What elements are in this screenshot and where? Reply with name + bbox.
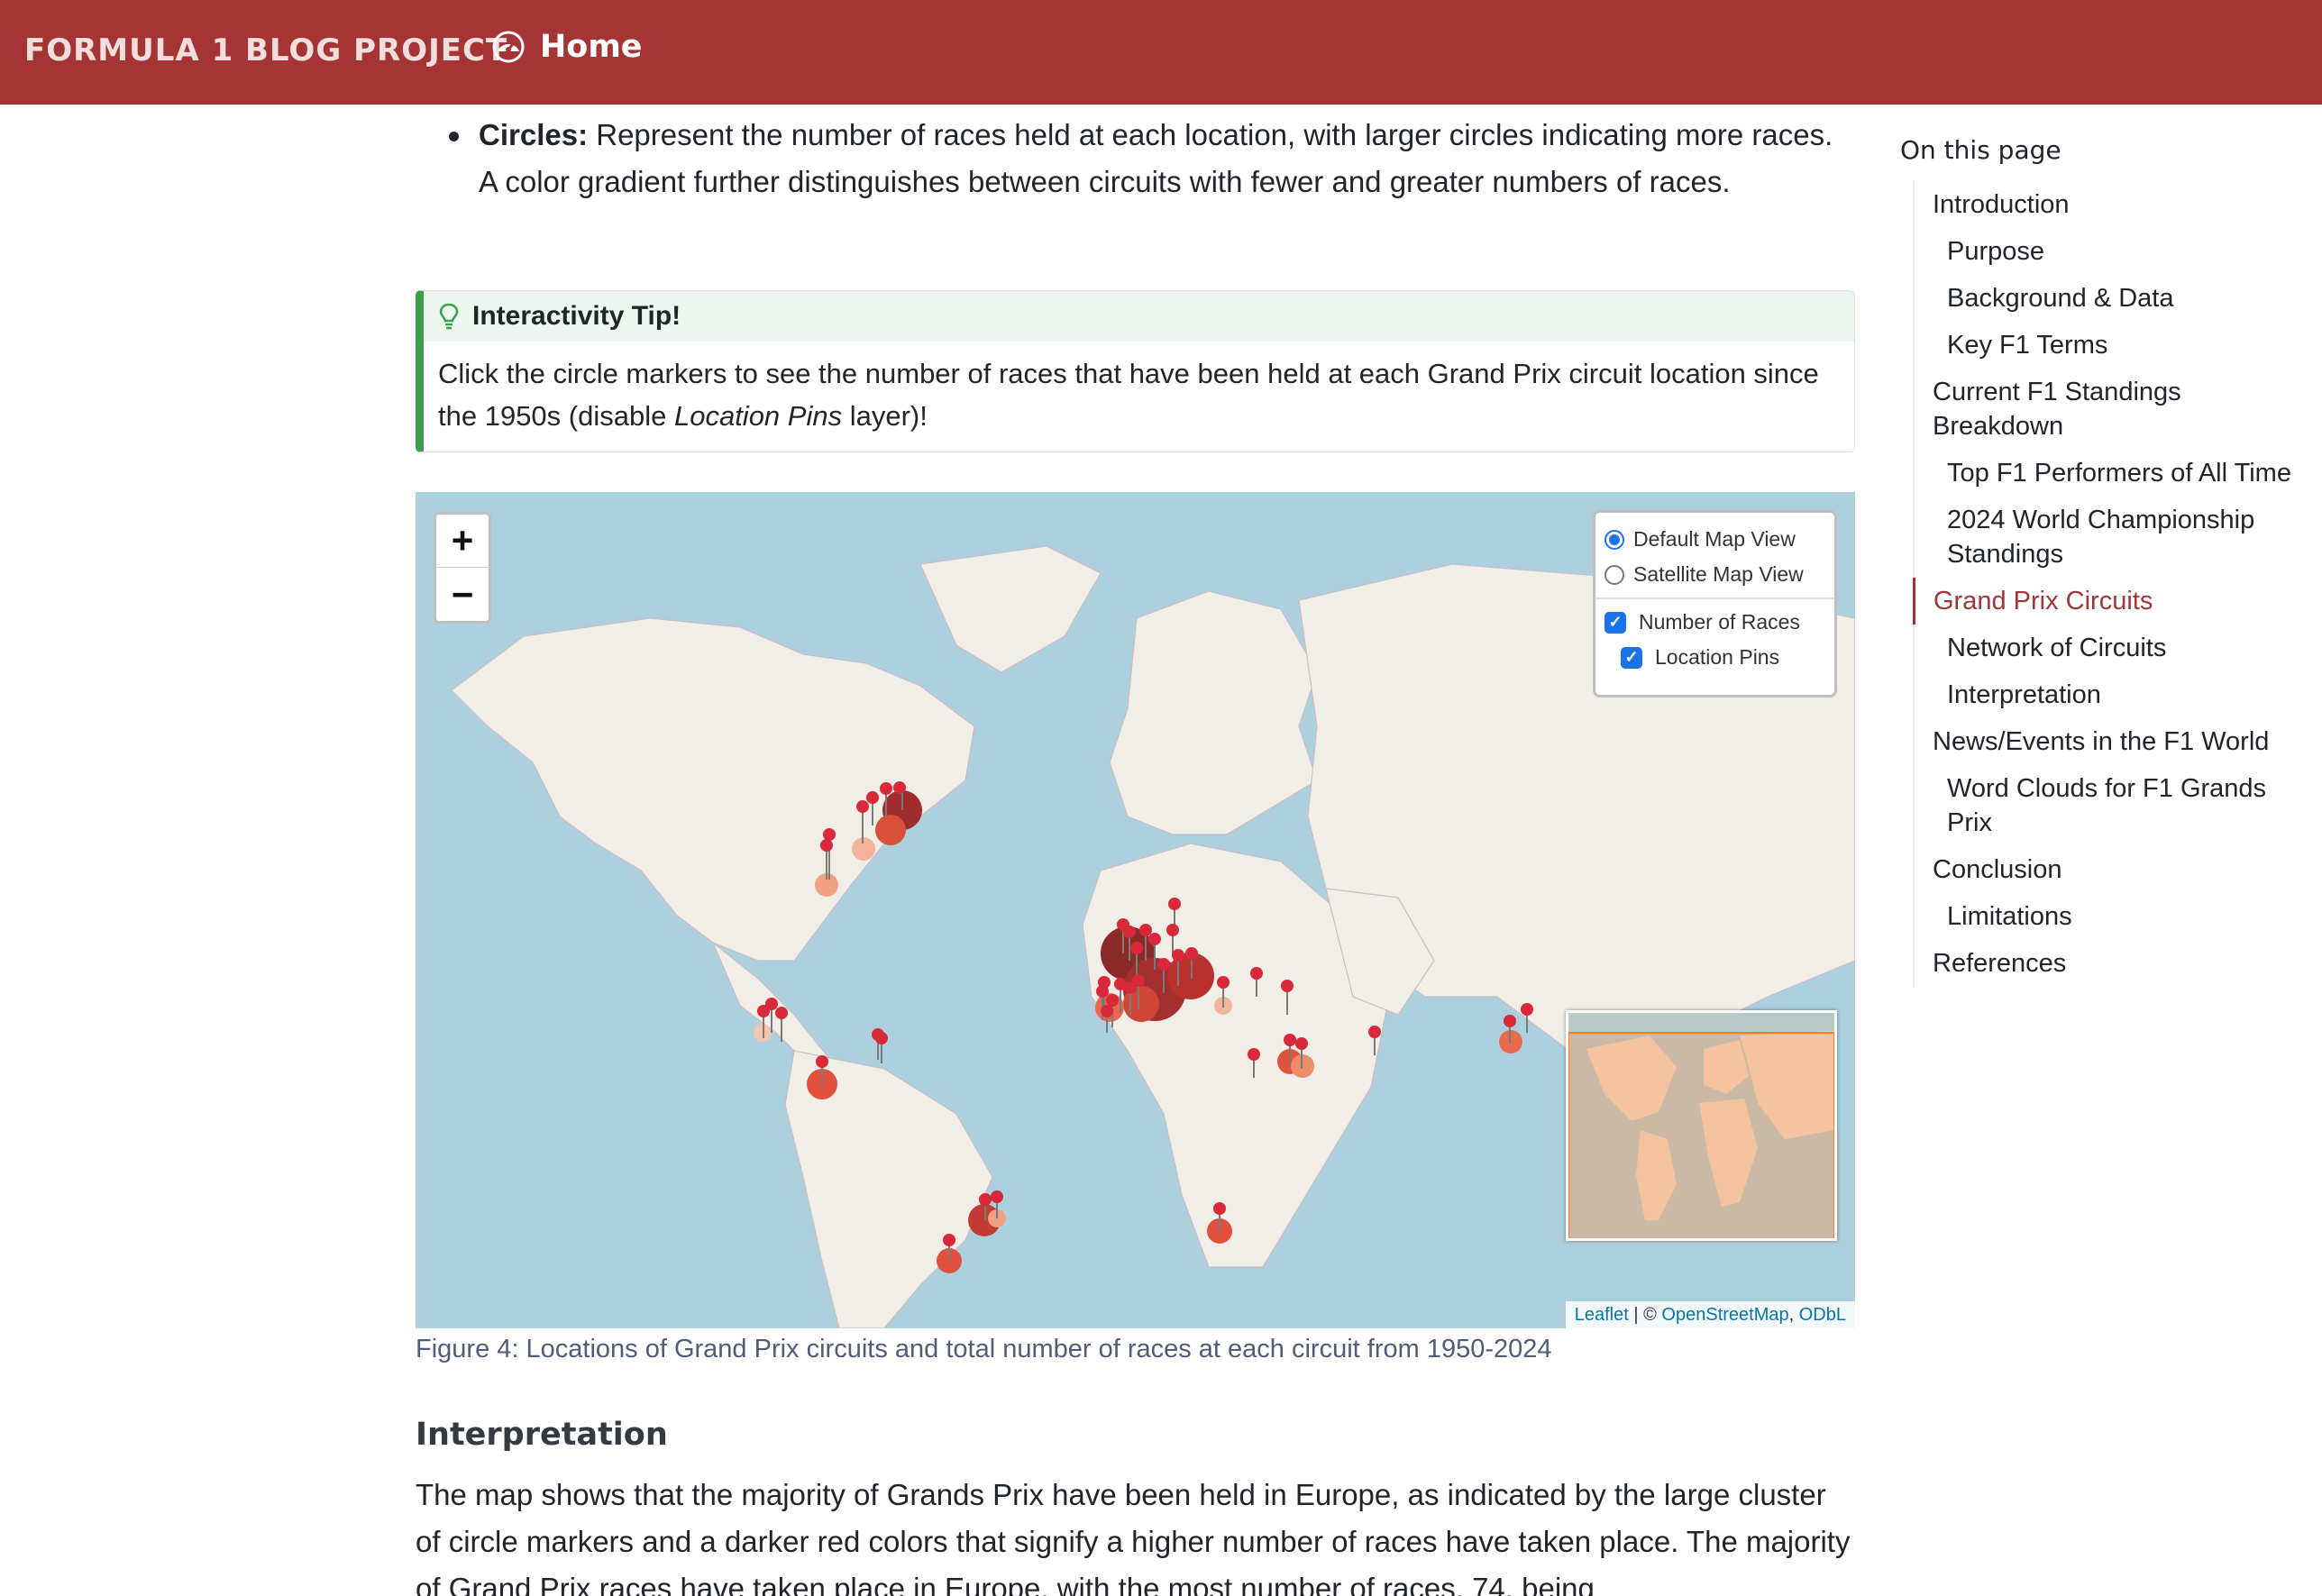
speedometer-icon [492, 31, 525, 63]
zoom-out-button[interactable]: − [436, 568, 489, 621]
toc-item-key-f1-terms[interactable]: Key F1 Terms [1915, 322, 2315, 369]
toc-item-conclusion[interactable]: Conclusion [1915, 846, 2315, 893]
overlay-location-pins[interactable]: ✓ Location Pins [1604, 640, 1825, 675]
toc-item-word-clouds-for-f1-grands-prix[interactable]: Word Clouds for F1 Grands Prix [1915, 765, 2315, 846]
circuits-map[interactable]: + − Default Map View Satellite Map View … [416, 492, 1855, 1328]
toc-item-introduction[interactable]: Introduction [1915, 181, 2315, 228]
interpretation-heading: Interpretation [416, 1417, 668, 1453]
callout-text-italic: Location Pins [673, 400, 843, 432]
zoom-control: + − [434, 512, 491, 624]
base-layer-satellite[interactable]: Satellite Map View [1604, 557, 1825, 592]
minimap-view [1568, 1013, 1834, 1238]
layer-control: Default Map View Satellite Map View ✓ Num… [1593, 510, 1837, 698]
lightbulb-icon [439, 303, 459, 330]
greenland-land [919, 545, 1102, 673]
toc-item-references[interactable]: References [1915, 940, 2315, 987]
callout-title: Interactivity Tip! [472, 301, 681, 331]
base-layer-label: Satellite Map View [1633, 562, 1804, 586]
callout-header: Interactivity Tip! [424, 291, 1854, 342]
figure-caption: Figure 4: Locations of Grand Prix circui… [416, 1335, 1552, 1363]
map-attribution: Leaflet | © OpenStreetMap, ODbL [1565, 1301, 1855, 1328]
toc-list: Introduction Purpose Background & Data Key … [1913, 181, 2315, 987]
checkbox-number-of-races[interactable]: ✓ [1604, 611, 1626, 634]
toc-item-network-of-circuits[interactable]: Network of Circuits [1915, 625, 2315, 671]
attribution-comma: , [1788, 1305, 1799, 1325]
europe-land [1109, 590, 1318, 835]
nav-home-label: Home [540, 29, 643, 65]
callout-text-end: layer)! [842, 400, 928, 432]
checkbox-location-pins[interactable]: ✓ [1621, 646, 1642, 669]
odbl-link[interactable]: ODbL [1799, 1305, 1846, 1325]
callout-body: Click the circle markers to see the numb… [424, 342, 1854, 448]
base-layer-default[interactable]: Default Map View [1604, 522, 1825, 557]
toc-item-current-f1-standings-breakdown[interactable]: Current F1 Standings Breakdown [1915, 369, 2315, 450]
on-this-page-toc: On this page Introduction Purpose Backgrou… [1900, 135, 2315, 987]
bullet-term: Circles: [479, 118, 589, 151]
layer-separator [1595, 597, 1834, 599]
toc-item-2024-world-championship-standings[interactable]: 2024 World Championship Standings [1915, 497, 2315, 578]
bullet-text: Represent the number of races held at ea… [479, 118, 1833, 198]
minimap[interactable] [1566, 1010, 1837, 1241]
osm-link[interactable]: OpenStreetMap [1661, 1305, 1788, 1325]
nav-home-link[interactable]: Home [491, 29, 643, 65]
toc-item-purpose[interactable]: Purpose [1915, 228, 2315, 275]
base-layer-label: Default Map View [1633, 527, 1796, 551]
leaflet-link[interactable]: Leaflet [1575, 1305, 1629, 1325]
overlay-label: Number of Races [1639, 610, 1800, 634]
circles-bullet-list: Circles: Represent the number of races h… [416, 112, 1855, 205]
overlay-label: Location Pins [1655, 645, 1780, 669]
toc-item-limitations[interactable]: Limitations [1915, 893, 2315, 940]
radio-satellite-map[interactable] [1604, 564, 1624, 585]
interactivity-tip-callout: Interactivity Tip! Click the circle mark… [416, 290, 1855, 452]
overlay-number-of-races[interactable]: ✓ Number of Races [1604, 605, 1825, 640]
toc-title: On this page [1900, 135, 2061, 165]
radio-default-map[interactable] [1604, 529, 1624, 550]
site-brand[interactable]: FORMULA 1 BLOG PROJECT [24, 32, 507, 68]
toc-item-top-f1-performers-of-all-time[interactable]: Top F1 Performers of All Time [1915, 450, 2315, 497]
callout-text: Click the circle markers to see the numb… [438, 358, 1819, 432]
toc-item-news-events-in-the-f1-world[interactable]: News/Events in the F1 World [1915, 718, 2315, 765]
interpretation-paragraph: The map shows that the majority of Grand… [416, 1478, 1851, 1596]
toc-item-background-data[interactable]: Background & Data [1915, 275, 2315, 322]
toc-item-interpretation[interactable]: Interpretation [1915, 671, 2315, 718]
list-item: Circles: Represent the number of races h… [416, 112, 1855, 205]
zoom-in-button[interactable]: + [436, 515, 489, 568]
toc-item-grand-prix-circuits[interactable]: Grand Prix Circuits [1913, 578, 2315, 625]
top-navbar: FORMULA 1 BLOG PROJECT Home [0, 0, 2322, 105]
attribution-sep: | © [1628, 1305, 1662, 1325]
